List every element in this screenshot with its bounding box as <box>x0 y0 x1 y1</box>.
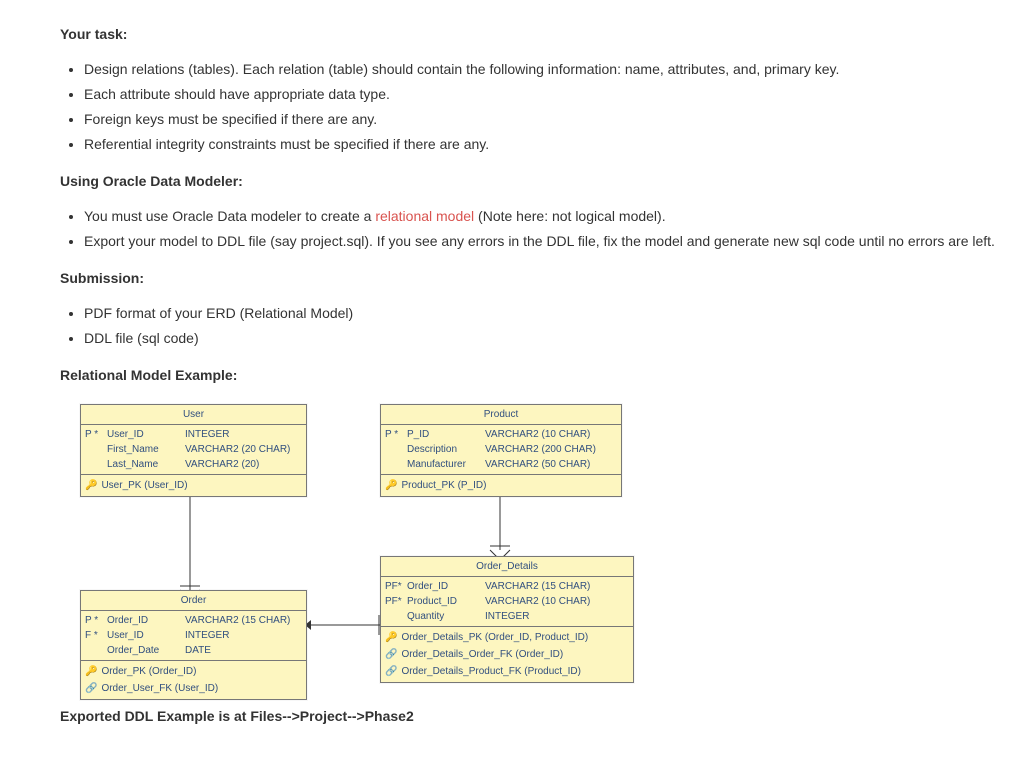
task-list: Design relations (tables). Each relation… <box>60 59 1005 155</box>
attr-flags <box>85 457 107 472</box>
attr-name: Product_ID <box>407 594 485 609</box>
attr-row: P *P_IDVARCHAR2 (10 CHAR) <box>385 427 617 442</box>
list-item: Design relations (tables). Each relation… <box>84 59 1005 80</box>
attr-flags <box>385 442 407 457</box>
attr-name: Order_ID <box>407 579 485 594</box>
entity-title: Order <box>81 591 306 611</box>
key-icon: 🔑 <box>85 478 97 493</box>
entity-order-details: Order_Details PF*Order_IDVARCHAR2 (15 CH… <box>380 556 634 683</box>
entity-title: Order_Details <box>381 557 633 577</box>
entity-title: User <box>81 405 306 425</box>
attr-type: DATE <box>185 643 302 658</box>
attr-flags: P * <box>85 613 107 628</box>
key-text: Order_Details_PK (Order_ID, Product_ID) <box>401 630 588 645</box>
submission-heading: Submission: <box>60 268 1005 289</box>
example-heading: Relational Model Example: <box>60 365 1005 386</box>
attr-type: VARCHAR2 (20) <box>185 457 302 472</box>
key-icon: 🔑 <box>85 664 97 679</box>
key-row: 🔗 Order_Details_Product_FK (Product_ID) <box>385 663 629 680</box>
list-item: Export your model to DDL file (say proje… <box>84 231 1005 252</box>
attr-name: Order_ID <box>107 613 185 628</box>
submission-list: PDF format of your ERD (Relational Model… <box>60 303 1005 349</box>
attr-type: VARCHAR2 (50 CHAR) <box>485 457 617 472</box>
attr-name: User_ID <box>107 628 185 643</box>
fk-icon: 🔗 <box>385 647 397 662</box>
attr-flags: PF* <box>385 579 407 594</box>
key-text: Order_PK (Order_ID) <box>101 664 196 679</box>
attr-flags: F * <box>85 628 107 643</box>
attr-flags <box>385 609 407 624</box>
attr-row: PF*Product_IDVARCHAR2 (10 CHAR) <box>385 594 629 609</box>
attr-name: Quantity <box>407 609 485 624</box>
attr-row: P *Order_IDVARCHAR2 (15 CHAR) <box>85 613 302 628</box>
task-heading: Your task: <box>60 24 1005 45</box>
attr-name: P_ID <box>407 427 485 442</box>
list-item: DDL file (sql code) <box>84 328 1005 349</box>
fk-icon: 🔗 <box>385 664 397 679</box>
key-row: 🔑 User_PK (User_ID) <box>85 477 302 494</box>
attr-row: DescriptionVARCHAR2 (200 CHAR) <box>385 442 617 457</box>
entity-order: Order P *Order_IDVARCHAR2 (15 CHAR) F *U… <box>80 590 307 700</box>
attr-flags: P * <box>85 427 107 442</box>
key-text: Order_Details_Product_FK (Product_ID) <box>401 664 581 679</box>
entity-title: Product <box>381 405 621 425</box>
attr-name: User_ID <box>107 427 185 442</box>
key-row: 🔑 Order_Details_PK (Order_ID, Product_ID) <box>385 629 629 646</box>
modeler-heading: Using Oracle Data Modeler: <box>60 171 1005 192</box>
attr-type: VARCHAR2 (10 CHAR) <box>485 594 629 609</box>
key-icon: 🔑 <box>385 478 397 493</box>
attr-type: INTEGER <box>185 628 302 643</box>
attr-name: Last_Name <box>107 457 185 472</box>
attr-type: VARCHAR2 (15 CHAR) <box>485 579 629 594</box>
attr-row: First_NameVARCHAR2 (20 CHAR) <box>85 442 302 457</box>
attr-type: INTEGER <box>185 427 302 442</box>
attr-flags: PF* <box>385 594 407 609</box>
text: You must use Oracle Data modeler to crea… <box>84 208 375 224</box>
entity-product: Product P *P_IDVARCHAR2 (10 CHAR) Descri… <box>380 404 622 497</box>
attr-row: ManufacturerVARCHAR2 (50 CHAR) <box>385 457 617 472</box>
attr-type: VARCHAR2 (20 CHAR) <box>185 442 302 457</box>
key-row: 🔗 Order_Details_Order_FK (Order_ID) <box>385 646 629 663</box>
attr-row: QuantityINTEGER <box>385 609 629 624</box>
attr-flags <box>85 643 107 658</box>
list-item: Each attribute should have appropriate d… <box>84 84 1005 105</box>
entity-user: User P *User_IDINTEGER First_NameVARCHAR… <box>80 404 307 497</box>
attr-row: F *User_IDINTEGER <box>85 628 302 643</box>
key-icon: 🔑 <box>385 630 397 645</box>
attr-type: INTEGER <box>485 609 629 624</box>
er-diagram: User P *User_IDINTEGER First_NameVARCHAR… <box>60 400 820 690</box>
list-item: PDF format of your ERD (Relational Model… <box>84 303 1005 324</box>
attr-row: PF*Order_IDVARCHAR2 (15 CHAR) <box>385 579 629 594</box>
attr-type: VARCHAR2 (200 CHAR) <box>485 442 617 457</box>
attr-type: VARCHAR2 (10 CHAR) <box>485 427 617 442</box>
attr-type: VARCHAR2 (15 CHAR) <box>185 613 302 628</box>
attr-name: Manufacturer <box>407 457 485 472</box>
attr-row: Last_NameVARCHAR2 (20) <box>85 457 302 472</box>
list-item: Foreign keys must be specified if there … <box>84 109 1005 130</box>
list-item: Referential integrity constraints must b… <box>84 134 1005 155</box>
key-row: 🔑 Order_PK (Order_ID) <box>85 663 302 680</box>
text: (Note here: not logical model). <box>474 208 665 224</box>
key-text: Order_Details_Order_FK (Order_ID) <box>401 647 563 662</box>
key-text: User_PK (User_ID) <box>101 478 187 493</box>
attr-name: Order_Date <box>107 643 185 658</box>
attr-flags <box>85 442 107 457</box>
attr-row: Order_DateDATE <box>85 643 302 658</box>
key-text: Product_PK (P_ID) <box>401 478 486 493</box>
key-row: 🔑 Product_PK (P_ID) <box>385 477 617 494</box>
modeler-list: You must use Oracle Data modeler to crea… <box>60 206 1005 252</box>
attr-flags: P * <box>385 427 407 442</box>
highlight-text: relational model <box>375 208 474 224</box>
attr-name: First_Name <box>107 442 185 457</box>
list-item: You must use Oracle Data modeler to crea… <box>84 206 1005 227</box>
attr-flags <box>385 457 407 472</box>
attr-name: Description <box>407 442 485 457</box>
attr-row: P *User_IDINTEGER <box>85 427 302 442</box>
footer-text: Exported DDL Example is at Files-->Proje… <box>60 706 1005 727</box>
